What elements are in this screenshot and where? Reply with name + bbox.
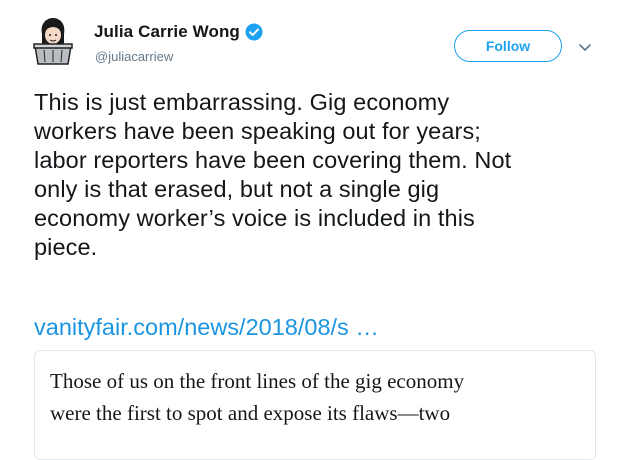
tweet-text-line: only is that erased, but not a single gi… [34,176,440,202]
tweet-text-line: This is just embarrassing. Gig economy [34,89,450,115]
tweet-text: This is just embarrassing. Gig economy w… [34,88,609,262]
verified-badge-icon [245,23,263,41]
author-row[interactable]: Julia Carrie Wong [94,22,263,42]
follow-button[interactable]: Follow [454,30,562,62]
article-link[interactable]: vanityfair.com/news/2018/08/s … [34,313,379,342]
author-handle[interactable]: @juliacarriew [95,49,173,64]
card-text: Those of us on the front lines of the gi… [50,365,590,429]
card-text-line: Those of us on the front lines of the gi… [50,369,465,393]
link-preview-card[interactable]: Those of us on the front lines of the gi… [34,350,596,460]
author-name[interactable]: Julia Carrie Wong [94,22,240,42]
chevron-down-icon[interactable] [578,40,592,51]
tweet-text-line: labor reporters have been covering them.… [34,147,512,173]
avatar[interactable] [30,16,76,66]
tweet-text-line: economy worker’s voice is included in th… [34,205,475,231]
tweet-text-line: workers have been speaking out for years… [34,118,481,144]
card-text-line: were the first to spot and expose its fl… [50,401,451,425]
tweet-text-line: piece. [34,234,98,260]
